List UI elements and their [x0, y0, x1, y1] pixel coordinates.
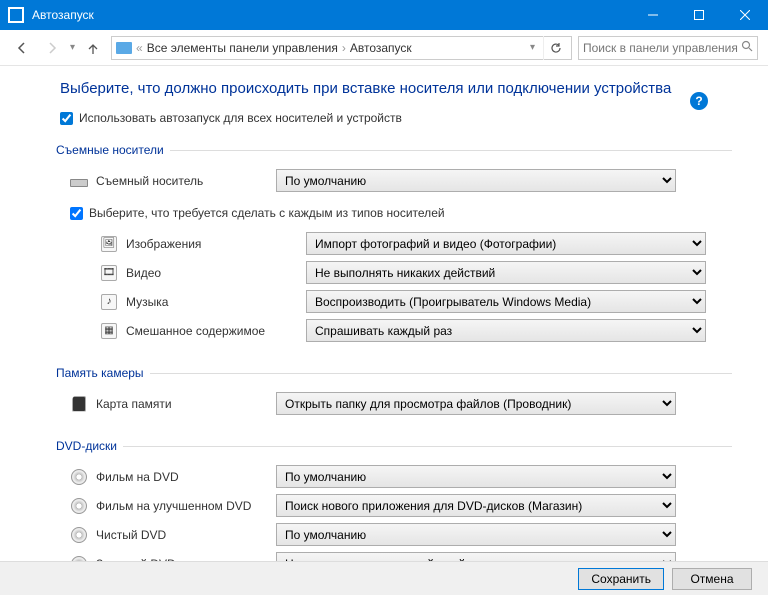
choose-types-checkbox-row[interactable]: Выберите, что требуется сделать с каждым… — [70, 206, 732, 220]
removable-drive-label: Съемный носитель — [96, 174, 276, 188]
removable-drive-row: Съемный носитель По умолчанию — [70, 167, 732, 194]
memory-card-select[interactable]: Открыть папку для просмотра файлов (Пров… — [276, 392, 676, 415]
dvd-audio-row: Звуковой DVD Не выполнять никаких действ… — [70, 550, 732, 561]
breadcrumb-parent[interactable]: Все элементы панели управления — [147, 41, 338, 55]
help-icon[interactable]: ? — [690, 92, 708, 110]
music-select[interactable]: Воспроизводить (Проигрыватель Windows Me… — [306, 290, 706, 313]
choose-types-checkbox[interactable] — [70, 207, 83, 220]
breadcrumb-sep: › — [342, 41, 346, 55]
images-icon: 🖼 — [100, 235, 118, 253]
search-icon — [741, 40, 753, 55]
footer-bar: Сохранить Отмена — [0, 561, 768, 595]
maximize-button[interactable] — [676, 0, 722, 30]
history-dropdown-icon[interactable]: ▾ — [70, 42, 75, 53]
music-icon: ♪ — [100, 293, 118, 311]
breadcrumb-sep: « — [136, 41, 143, 55]
disc-icon — [70, 468, 88, 486]
page-title: Выберите, что должно происходить при вст… — [60, 80, 732, 97]
dvd-movie-row: Фильм на DVD По умолчанию — [70, 463, 732, 490]
disc-icon — [70, 526, 88, 544]
drive-icon — [70, 172, 88, 190]
mixed-label: Смешанное содержимое — [126, 324, 306, 338]
sd-card-icon — [70, 395, 88, 413]
app-icon — [8, 7, 24, 23]
minimize-button[interactable] — [630, 0, 676, 30]
images-select[interactable]: Импорт фотографий и видео (Фотографии) — [306, 232, 706, 255]
group-dvd-title: DVD-диски — [56, 439, 732, 453]
disc-icon — [70, 497, 88, 515]
group-removable-title: Съемные носители — [56, 143, 732, 157]
search-box[interactable] — [578, 36, 758, 60]
mixed-select[interactable]: Спрашивать каждый раз — [306, 319, 706, 342]
images-label: Изображения — [126, 237, 306, 251]
images-row: 🖼 Изображения Импорт фотографий и видео … — [100, 230, 732, 257]
mixed-icon: ▦ — [100, 322, 118, 340]
title-bar: Автозапуск — [0, 0, 768, 30]
close-button[interactable] — [722, 0, 768, 30]
breadcrumb-current[interactable]: Автозапуск — [350, 41, 412, 55]
navigation-bar: ▾ « Все элементы панели управления › Авт… — [0, 30, 768, 66]
address-dropdown-icon[interactable]: ▾ — [530, 42, 535, 53]
group-camera-title: Память камеры — [56, 366, 732, 380]
address-bar[interactable]: « Все элементы панели управления › Автоз… — [111, 36, 572, 60]
music-row: ♪ Музыка Воспроизводить (Проигрыватель W… — [100, 288, 732, 315]
dvd-movie-select[interactable]: По умолчанию — [276, 465, 676, 488]
cancel-button[interactable]: Отмена — [672, 568, 752, 590]
dvd-audio-select[interactable]: Не выполнять никаких действий — [276, 552, 676, 561]
content-area: ? Выберите, что должно происходить при в… — [0, 66, 768, 561]
mixed-row: ▦ Смешанное содержимое Спрашивать каждый… — [100, 317, 732, 344]
dvd-blank-select[interactable]: По умолчанию — [276, 523, 676, 546]
choose-types-label: Выберите, что требуется сделать с каждым… — [89, 206, 445, 220]
dvd-enhanced-row: Фильм на улучшенном DVD Поиск нового при… — [70, 492, 732, 519]
dvd-enhanced-label: Фильм на улучшенном DVD — [96, 499, 276, 513]
video-label: Видео — [126, 266, 306, 280]
back-button[interactable] — [10, 36, 34, 60]
removable-drive-select[interactable]: По умолчанию — [276, 169, 676, 192]
dvd-enhanced-select[interactable]: Поиск нового приложения для DVD-дисков (… — [276, 494, 676, 517]
music-label: Музыка — [126, 295, 306, 309]
video-row: 🎞 Видео Не выполнять никаких действий — [100, 259, 732, 286]
global-autoplay-label: Использовать автозапуск для всех носител… — [79, 111, 402, 125]
video-select[interactable]: Не выполнять никаких действий — [306, 261, 706, 284]
dvd-blank-label: Чистый DVD — [96, 528, 276, 542]
window-title: Автозапуск — [32, 8, 630, 22]
forward-button[interactable] — [40, 36, 64, 60]
memory-card-label: Карта памяти — [96, 397, 276, 411]
video-icon: 🎞 — [100, 264, 118, 282]
save-button[interactable]: Сохранить — [578, 568, 664, 590]
control-panel-icon — [116, 42, 132, 54]
global-autoplay-checkbox-row[interactable]: Использовать автозапуск для всех носител… — [60, 111, 732, 125]
dvd-movie-label: Фильм на DVD — [96, 470, 276, 484]
global-autoplay-checkbox[interactable] — [60, 112, 73, 125]
dvd-blank-row: Чистый DVD По умолчанию — [70, 521, 732, 548]
memory-card-row: Карта памяти Открыть папку для просмотра… — [70, 390, 732, 417]
up-button[interactable] — [81, 36, 105, 60]
refresh-button[interactable] — [543, 36, 567, 60]
search-input[interactable] — [583, 41, 741, 55]
